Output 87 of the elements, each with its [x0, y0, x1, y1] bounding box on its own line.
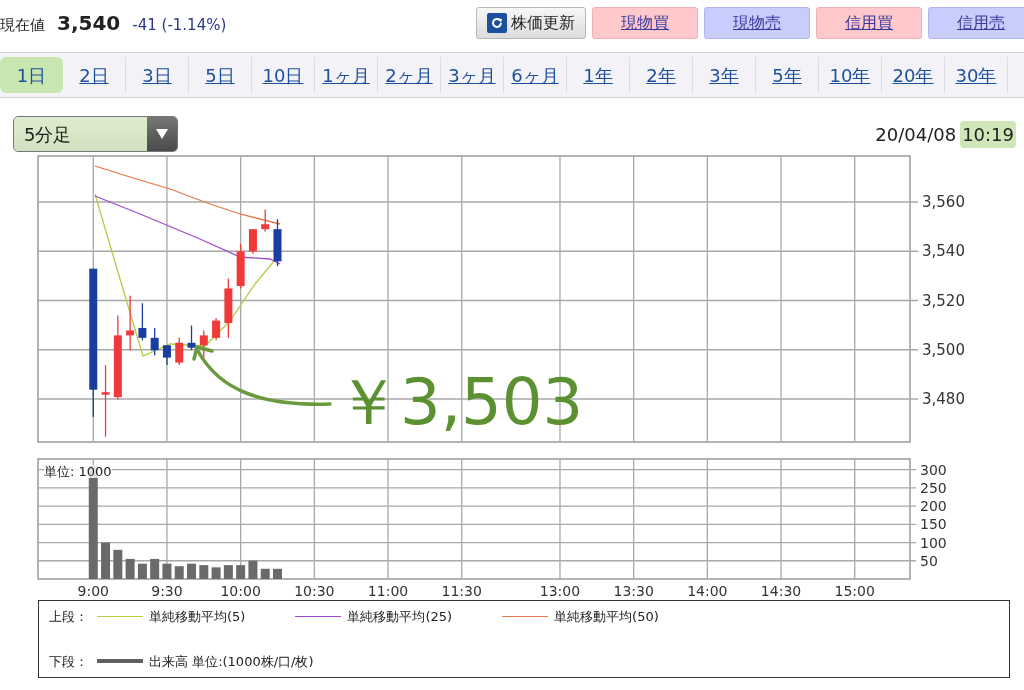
legend-label: 単純移動平均(50) — [554, 608, 659, 626]
candlestick — [138, 302, 147, 341]
volume-bar — [260, 568, 270, 579]
legend-row-label: 下段： — [49, 652, 89, 671]
time-axis-label: 11:00 — [367, 583, 409, 599]
time-axis-label: 11:30 — [441, 583, 482, 599]
price-axis-label: 3,560 — [922, 193, 965, 211]
volume-axis-label: 250 — [920, 479, 947, 496]
trade-button[interactable]: 信用買 — [816, 7, 922, 39]
update-time: 10:19 — [960, 120, 1016, 148]
period-tab[interactable]: 10年 — [819, 57, 882, 93]
candlestick — [236, 243, 245, 290]
price-axis-label: 3,500 — [922, 340, 965, 359]
volume-bar — [223, 565, 233, 579]
period-tab[interactable]: 3ヶ月 — [441, 57, 504, 93]
caret-icon — [156, 129, 168, 139]
candlestick — [187, 324, 196, 351]
candlestick — [162, 344, 171, 366]
volume-bar — [101, 542, 111, 579]
price-axis-label: 3,520 — [922, 291, 965, 310]
volume-bar — [211, 567, 221, 579]
price-change: -41 (-1.14%) — [132, 15, 227, 36]
refresh-button[interactable]: 株価更新 — [476, 7, 586, 39]
time-axis-label: 13:00 — [539, 583, 581, 599]
volume-bar — [137, 563, 147, 579]
time-axis-label: 14:00 — [687, 583, 728, 599]
legend-label: 単純移動平均(25) — [347, 608, 453, 626]
candlestick — [126, 295, 135, 351]
volume-axis-label: 50 — [920, 552, 938, 569]
volume-unit-label: 単位: 1000 — [44, 465, 112, 478]
period-tab[interactable]: 1ヶ月 — [315, 57, 378, 93]
time-axis-label: 15:00 — [834, 583, 875, 599]
volume-bar — [150, 558, 160, 579]
volume-bar — [113, 549, 123, 579]
volume-axis-label: 100 — [920, 534, 947, 551]
candlestick — [248, 228, 257, 255]
candlestick — [175, 337, 184, 366]
candlestick — [150, 327, 159, 356]
volume-bar — [199, 565, 209, 579]
time-axis-label: 14:30 — [760, 583, 802, 599]
candlestick — [199, 329, 208, 359]
time-axis-label: 9:00 — [77, 583, 109, 599]
period-tab[interactable]: 3日 — [126, 57, 189, 93]
period-tab[interactable]: 2ヶ月 — [378, 57, 441, 93]
volume-bar — [125, 558, 135, 579]
current-price-label: 現在値 — [0, 15, 45, 36]
trade-button[interactable]: 信用売 — [928, 7, 1024, 39]
interval-select[interactable]: 5分足 — [13, 116, 178, 152]
price-axis-label: 3,480 — [922, 390, 965, 408]
period-tab[interactable]: 1日 — [0, 57, 63, 93]
period-tab[interactable]: 1年 — [567, 57, 630, 93]
candlestick — [273, 218, 282, 267]
volume-bar — [236, 565, 246, 579]
volume-bar — [248, 560, 258, 579]
candlestick — [261, 208, 270, 233]
period-tab[interactable]: 5年 — [756, 57, 819, 93]
time-axis-label: 9:30 — [151, 583, 183, 599]
period-tab[interactable]: 3年 — [693, 57, 756, 93]
update-date: 20/04/08 — [875, 122, 957, 147]
period-tab[interactable]: 6ヶ月 — [504, 57, 567, 93]
volume-bar — [174, 566, 184, 579]
time-axis-label: 13:30 — [613, 583, 654, 599]
volume-bar — [187, 563, 196, 579]
candlestick — [212, 317, 221, 341]
volume-axis-label: 150 — [920, 516, 947, 533]
volume-bar — [273, 568, 282, 579]
candlestick — [224, 277, 233, 339]
volume-bar — [162, 563, 172, 579]
time-axis-label: 10:30 — [294, 583, 335, 599]
legend-row-label: 上段： — [49, 608, 89, 626]
trade-button[interactable]: 現物買 — [592, 7, 698, 39]
price-axis-label: 3,540 — [922, 242, 965, 261]
period-tab[interactable]: 30年 — [945, 57, 1008, 93]
volume-axis-label: 200 — [920, 498, 947, 515]
period-tab[interactable]: 20年 — [882, 57, 945, 93]
legend-label: 単純移動平均(5) — [149, 608, 246, 626]
legend-label: 出来高 単位:(1000株/口/枚) — [149, 652, 314, 671]
refresh-icon — [487, 13, 507, 33]
volume-axis-label: 300 — [920, 461, 947, 478]
trade-button[interactable]: 現物売 — [704, 7, 810, 39]
period-tab[interactable]: 5日 — [189, 57, 252, 93]
period-tab[interactable]: 2年 — [630, 57, 693, 93]
period-tab[interactable]: 2日 — [63, 57, 126, 93]
time-axis-label: 10:00 — [220, 583, 261, 599]
price-annotation: ￥3,503 — [336, 370, 584, 434]
period-tab[interactable]: 10日 — [252, 57, 315, 93]
current-price: 3,540 — [57, 10, 121, 37]
